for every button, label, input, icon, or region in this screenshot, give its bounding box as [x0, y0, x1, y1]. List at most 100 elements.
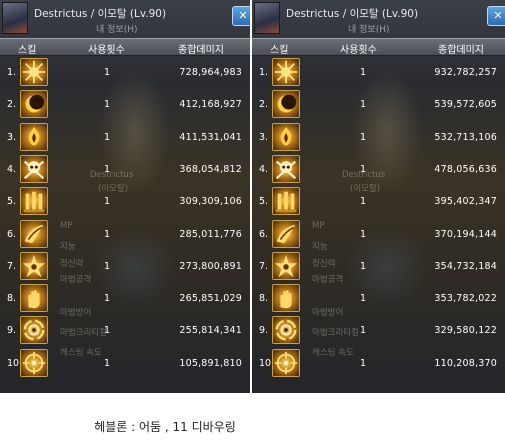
- row-use-count: 1: [104, 196, 111, 208]
- row-use-count: 1: [104, 325, 111, 337]
- row-rank: 7.: [259, 260, 269, 272]
- row-use-count: 1: [104, 228, 111, 240]
- spirit-hand-icon[interactable]: [272, 284, 300, 313]
- dark-moon-icon[interactable]: [20, 90, 48, 119]
- table-row: 4. 1 478,056,636: [252, 154, 505, 186]
- row-total-damage: 539,572,605: [434, 99, 497, 111]
- row-rank: 3.: [7, 131, 17, 143]
- window-title: Destrictus / 이모탈 (Lv.90): [286, 8, 419, 20]
- row-rank: 3.: [259, 131, 269, 143]
- table-row: 7. 1 354,732,184: [252, 251, 505, 283]
- close-button[interactable]: ✕: [232, 6, 250, 26]
- row-rank: 2.: [259, 99, 269, 111]
- row-rank: 2.: [7, 99, 17, 111]
- table-row: 9. 1 255,814,341: [0, 315, 250, 347]
- skull-crossbones-icon[interactable]: [20, 154, 48, 183]
- damage-window-left: Destrictus (이모탈) MP 지능 정신력 마법공격 마법방어 마법크…: [0, 0, 250, 393]
- row-use-count: 1: [104, 131, 111, 143]
- vortex-icon[interactable]: [272, 316, 300, 345]
- row-rank: 7.: [7, 260, 17, 272]
- table-header: 스킬 사용횟수 종합데미지: [0, 38, 250, 56]
- row-total-damage: 368,054,812: [179, 163, 242, 175]
- table-row: 8. 1 265,851,029: [0, 283, 250, 315]
- spirit-hand-icon[interactable]: [20, 284, 48, 313]
- window-subtitle: 내 정보(H): [96, 25, 138, 35]
- table-row: 7. 1 273,800,891: [0, 251, 250, 283]
- table-row: 4. 1 368,054,812: [0, 154, 250, 186]
- window-titlebar[interactable]: Destrictus / 이모탈 (Lv.90) 내 정보(H) ✕: [0, 0, 250, 38]
- row-total-damage: 411,531,041: [179, 131, 242, 143]
- damage-window-right: Destrictus (이모탈) MP 지능 정신력 마법공격 마법방어 마법크…: [252, 0, 505, 393]
- row-total-damage: 329,580,122: [434, 325, 497, 337]
- table-header: 스킬 사용횟수 종합데미지: [252, 38, 505, 56]
- close-icon: ✕: [238, 9, 248, 22]
- row-rank: 1.: [7, 67, 17, 78]
- row-use-count: 1: [360, 99, 367, 111]
- row-use-count: 1: [104, 357, 111, 369]
- row-rank: 4.: [259, 163, 269, 175]
- row-rank: 8.: [259, 293, 269, 305]
- row-total-damage: 478,056,636: [434, 163, 497, 175]
- table-row: 2. 1 412,168,927: [0, 89, 250, 121]
- row-use-count: 1: [104, 67, 111, 78]
- row-use-count: 1: [104, 293, 111, 305]
- row-use-count: 1: [360, 131, 367, 143]
- row-total-damage: 273,800,891: [179, 260, 242, 272]
- column-header-skill: 스킬: [18, 45, 37, 56]
- row-rank: 4.: [7, 163, 17, 175]
- row-total-damage: 265,851,029: [179, 293, 242, 305]
- table-row: 6. 1 370,194,144: [252, 219, 505, 251]
- table-row: 3. 1 411,531,041: [0, 122, 250, 154]
- row-rank: 8.: [7, 293, 17, 305]
- dark-moon-icon[interactable]: [272, 90, 300, 119]
- burst-icon[interactable]: [272, 58, 300, 86]
- row-use-count: 1: [104, 260, 111, 272]
- row-total-damage: 309,309,106: [179, 196, 242, 208]
- wing-slash-icon[interactable]: [20, 219, 48, 248]
- table-row: 1. 1 728,964,983: [0, 57, 250, 89]
- table-row: 6. 1 285,011,776: [0, 219, 250, 251]
- row-total-damage: 370,194,144: [434, 228, 497, 240]
- close-button[interactable]: ✕: [487, 6, 505, 26]
- row-rank: 9.: [7, 325, 17, 337]
- table-row: 10. 1 110,208,370: [252, 348, 505, 380]
- row-use-count: 1: [104, 163, 111, 175]
- row-use-count: 1: [360, 260, 367, 272]
- row-total-damage: 354,732,184: [434, 260, 497, 272]
- close-icon: ✕: [493, 9, 503, 22]
- fire-aura-icon[interactable]: [20, 122, 48, 151]
- window-titlebar[interactable]: Destrictus / 이모탈 (Lv.90) 내 정보(H) ✕: [252, 0, 505, 38]
- skull-crossbones-icon[interactable]: [272, 154, 300, 183]
- row-use-count: 1: [360, 67, 367, 78]
- table-row: 3. 1 532,713,106: [252, 122, 505, 154]
- avatar: [254, 2, 280, 34]
- caption: 헤블론 : 어둠 , 11 디바우링: [94, 420, 236, 434]
- column-header-damage: 종합데미지: [178, 45, 224, 56]
- pillars-icon[interactable]: [20, 187, 48, 216]
- column-header-damage: 종합데미지: [438, 45, 484, 56]
- crosshair-icon[interactable]: [20, 348, 48, 377]
- row-use-count: 1: [360, 357, 367, 369]
- table-row: 5. 1 395,402,347: [252, 186, 505, 218]
- table-row: 5. 1 309,309,106: [0, 186, 250, 218]
- crosshair-icon[interactable]: [272, 348, 300, 377]
- row-use-count: 1: [360, 293, 367, 305]
- burst-icon[interactable]: [20, 58, 48, 86]
- fire-aura-icon[interactable]: [272, 122, 300, 151]
- column-header-uses: 사용횟수: [88, 45, 125, 56]
- star-burst-icon[interactable]: [20, 251, 48, 280]
- row-rank: 5.: [7, 196, 17, 208]
- column-header-uses: 사용횟수: [340, 45, 377, 56]
- row-total-damage: 255,814,341: [179, 325, 242, 337]
- vortex-icon[interactable]: [20, 316, 48, 345]
- wing-slash-icon[interactable]: [272, 219, 300, 248]
- star-burst-icon[interactable]: [272, 251, 300, 280]
- row-use-count: 1: [360, 228, 367, 240]
- avatar: [2, 2, 28, 34]
- row-total-damage: 532,713,106: [434, 131, 497, 143]
- table-row: 9. 1 329,580,122: [252, 315, 505, 347]
- pillars-icon[interactable]: [272, 187, 300, 216]
- row-use-count: 1: [360, 196, 367, 208]
- row-use-count: 1: [360, 163, 367, 175]
- table-row: 8. 1 353,782,022: [252, 283, 505, 315]
